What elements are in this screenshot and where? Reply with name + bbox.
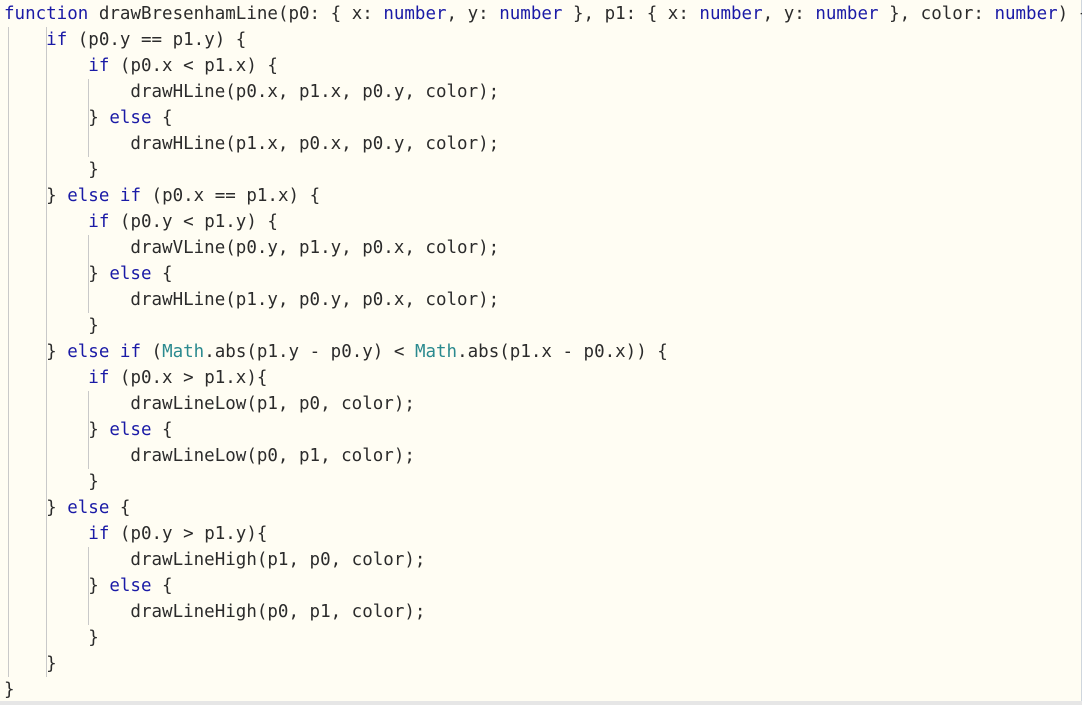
code-token: if <box>88 368 110 388</box>
code-token: drawBresenhamLine(p0: { x: <box>88 4 384 24</box>
code-line[interactable]: if (p0.x > p1.x){ <box>4 365 267 391</box>
code-line[interactable]: } else if (p0.x == p1.x) { <box>4 183 320 209</box>
code-token: (p0.x < p1.x) { <box>109 56 278 76</box>
code-line[interactable]: } else { <box>4 105 173 131</box>
code-token: (p0.y == p1.y) { <box>67 30 247 50</box>
code-line[interactable]: drawHLine(p0.x, p1.x, p0.y, color); <box>4 79 499 105</box>
code-token: } <box>4 160 99 180</box>
code-token: drawLineHigh(p1, p0, color); <box>4 550 426 570</box>
code-token: } <box>4 628 99 648</box>
code-line[interactable]: drawLineHigh(p0, p1, color); <box>4 599 425 625</box>
horizontal-scrollbar[interactable] <box>0 701 1082 705</box>
code-line[interactable]: } <box>4 651 57 677</box>
code-token: if <box>119 342 141 362</box>
code-line[interactable]: } <box>4 677 15 703</box>
code-token: } <box>4 654 57 674</box>
code-token: { <box>151 108 173 128</box>
code-token: { <box>109 498 131 518</box>
code-line[interactable]: } <box>4 313 99 339</box>
code-token: Math <box>414 342 458 362</box>
code-token: number <box>994 4 1058 24</box>
code-line[interactable]: function drawBresenhamLine(p0: { x: numb… <box>4 1 1082 27</box>
code-editor[interactable]: function drawBresenhamLine(p0: { x: numb… <box>0 0 1082 705</box>
code-line[interactable]: drawLineHigh(p1, p0, color); <box>4 547 425 573</box>
code-token: drawVLine(p0.y, p1.y, p0.x, color); <box>4 238 500 258</box>
code-line[interactable]: } <box>4 469 99 495</box>
code-line[interactable]: drawLineLow(p0, p1, color); <box>4 443 415 469</box>
code-line[interactable]: } else if (Math.abs(p1.y - p0.y) < Math.… <box>4 339 668 365</box>
code-token: if <box>88 524 110 544</box>
code-token: } <box>4 186 68 206</box>
code-token: } <box>4 316 99 336</box>
code-token: if <box>119 186 141 206</box>
code-token: if <box>88 56 110 76</box>
code-token: drawHLine(p1.y, p0.y, p0.x, color); <box>4 290 500 310</box>
code-token: else <box>67 186 110 206</box>
code-token: } <box>4 420 110 440</box>
code-line[interactable]: if (p0.y > p1.y){ <box>4 521 267 547</box>
code-line[interactable]: drawLineLow(p1, p0, color); <box>4 391 415 417</box>
code-token: if <box>88 212 110 232</box>
code-token: number <box>815 4 879 24</box>
code-token: (p0.x == p1.x) { <box>141 186 321 206</box>
code-token: { <box>151 264 173 284</box>
code-token: } <box>4 108 110 128</box>
code-token: else <box>109 420 152 440</box>
code-line[interactable]: if (p0.y == p1.y) { <box>4 27 246 53</box>
code-token: ) { <box>1057 4 1082 24</box>
code-token: Math <box>162 342 205 362</box>
code-line[interactable]: drawHLine(p1.x, p0.x, p0.y, color); <box>4 131 499 157</box>
code-token: } <box>4 576 110 596</box>
code-token: { <box>151 420 173 440</box>
code-token: else <box>67 342 110 362</box>
code-line[interactable]: } else { <box>4 573 173 599</box>
code-token: drawLineLow(p0, p1, color); <box>4 446 415 466</box>
code-token: drawHLine(p0.x, p1.x, p0.y, color); <box>4 82 500 102</box>
code-token: } <box>4 472 99 492</box>
code-token: } <box>4 342 68 362</box>
code-token: (p0.y > p1.y){ <box>109 524 268 544</box>
code-token: number <box>699 4 763 24</box>
code-token: } <box>4 498 68 518</box>
code-token: if <box>46 30 68 50</box>
code-line[interactable]: drawVLine(p0.y, p1.y, p0.x, color); <box>4 235 499 261</box>
code-token: else <box>109 576 152 596</box>
code-line[interactable]: } else { <box>4 417 173 443</box>
code-token: , y: <box>446 4 500 24</box>
code-line[interactable]: } <box>4 157 99 183</box>
code-token: drawLineHigh(p0, p1, color); <box>4 602 426 622</box>
code-token: , y: <box>762 4 816 24</box>
code-line[interactable]: } else { <box>4 495 130 521</box>
code-token: }, color: <box>878 4 995 24</box>
code-line[interactable]: } <box>4 625 99 651</box>
code-line[interactable]: if (p0.y < p1.y) { <box>4 209 278 235</box>
code-line[interactable]: drawHLine(p1.y, p0.y, p0.x, color); <box>4 287 499 313</box>
code-token: number <box>383 4 447 24</box>
code-token: else <box>67 498 110 518</box>
code-token: } <box>4 680 15 700</box>
code-line[interactable]: if (p0.x < p1.x) { <box>4 53 278 79</box>
code-token: }, p1: { x: <box>562 4 700 24</box>
code-token: .abs(p1.y - p0.y) < <box>204 342 415 362</box>
code-token: ( <box>141 342 163 362</box>
code-token: else <box>109 108 152 128</box>
code-token: (p0.y < p1.y) { <box>109 212 278 232</box>
code-token: } <box>4 264 110 284</box>
code-token: drawHLine(p1.x, p0.x, p0.y, color); <box>4 134 500 154</box>
code-token: drawLineLow(p1, p0, color); <box>4 394 415 414</box>
code-token: { <box>151 576 173 596</box>
code-line[interactable]: } else { <box>4 261 173 287</box>
code-token: number <box>499 4 563 24</box>
code-token: function <box>4 4 89 24</box>
code-token: (p0.x > p1.x){ <box>109 368 268 388</box>
code-token: else <box>109 264 152 284</box>
code-token: .abs(p1.x - p0.x)) { <box>457 342 668 362</box>
